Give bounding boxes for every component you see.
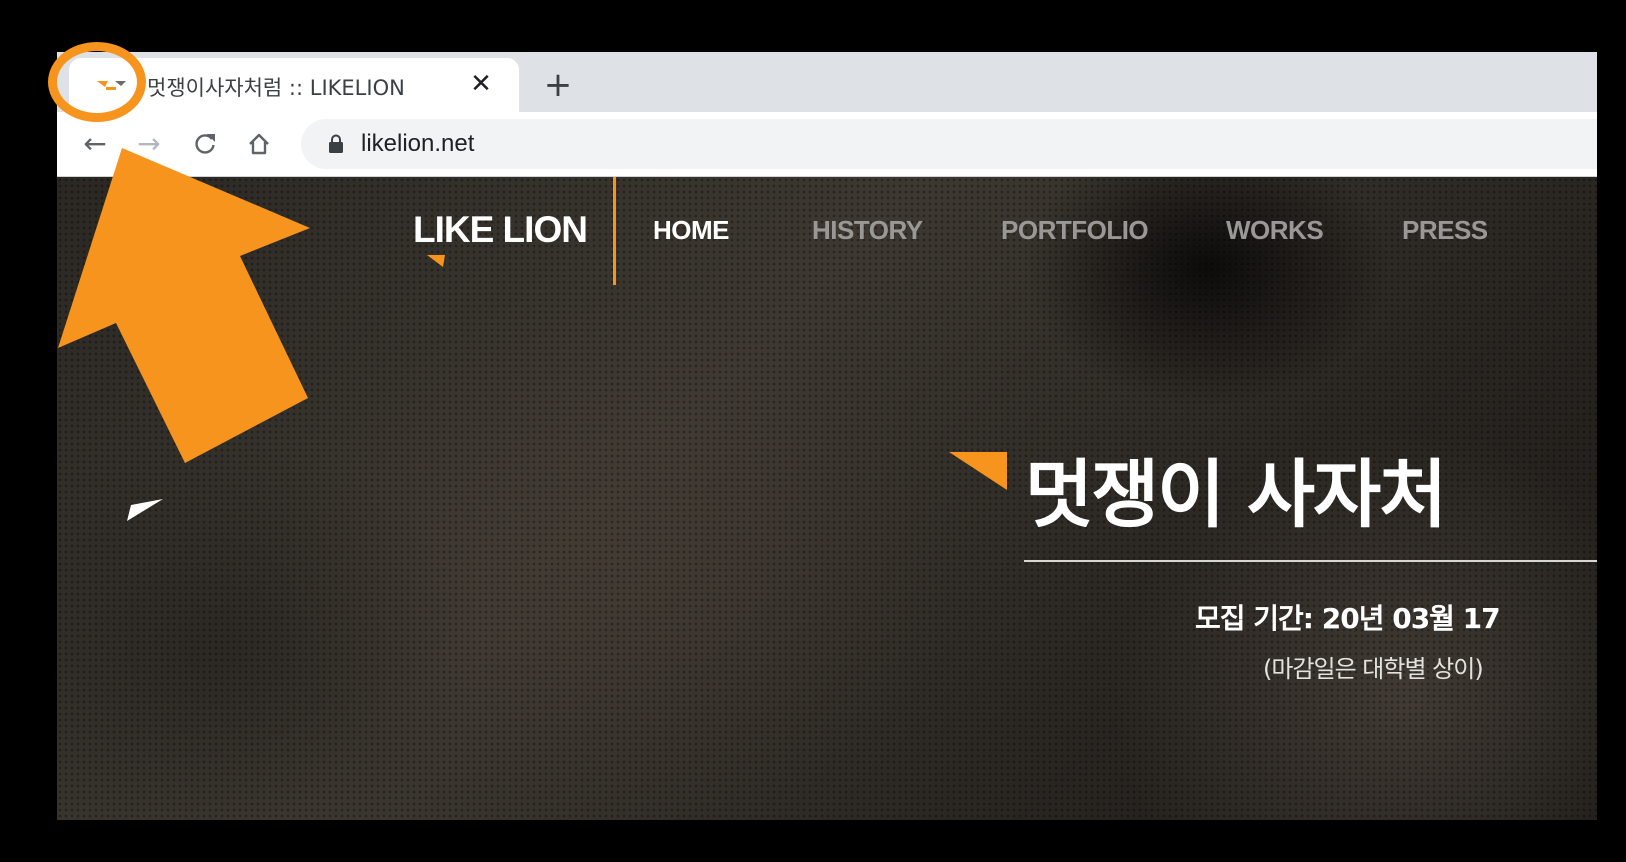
- plus-icon[interactable]: +: [537, 64, 579, 106]
- tab-strip: 멋쟁이사자처럼 :: LIKELION ✕ +: [57, 52, 1597, 112]
- nav-home[interactable]: HOME: [653, 215, 730, 246]
- url-text: likelion.net: [361, 130, 475, 157]
- highlight-circle: [48, 42, 146, 122]
- recruit-period: 모집 기간: 20년 03월 17: [1195, 602, 1501, 635]
- hero-divider: [1024, 560, 1597, 562]
- nav-history[interactable]: HISTORY: [812, 215, 923, 246]
- nav-press[interactable]: PRESS: [1402, 215, 1488, 246]
- nav-works[interactable]: WORKS: [1226, 215, 1324, 246]
- logo-divider: [613, 177, 616, 285]
- nav-portfolio[interactable]: PORTFOLIO: [1001, 215, 1149, 246]
- site-logo[interactable]: LIKE LION: [413, 209, 588, 251]
- slide-prev-icon[interactable]: [127, 495, 163, 521]
- tab-title: 멋쟁이사자처럼 :: LIKELION: [147, 76, 405, 100]
- hero-accent-icon: [949, 452, 1007, 490]
- lock-icon: [329, 134, 343, 153]
- deadline-note: (마감일은 대학별 상이): [1263, 655, 1484, 683]
- logo-accent-icon: [427, 255, 445, 267]
- address-bar[interactable]: likelion.net: [301, 119, 1597, 169]
- close-icon[interactable]: ✕: [465, 68, 497, 100]
- hero-title: 멋쟁이 사자처: [1025, 452, 1447, 538]
- pointer-arrow-icon: [58, 148, 310, 463]
